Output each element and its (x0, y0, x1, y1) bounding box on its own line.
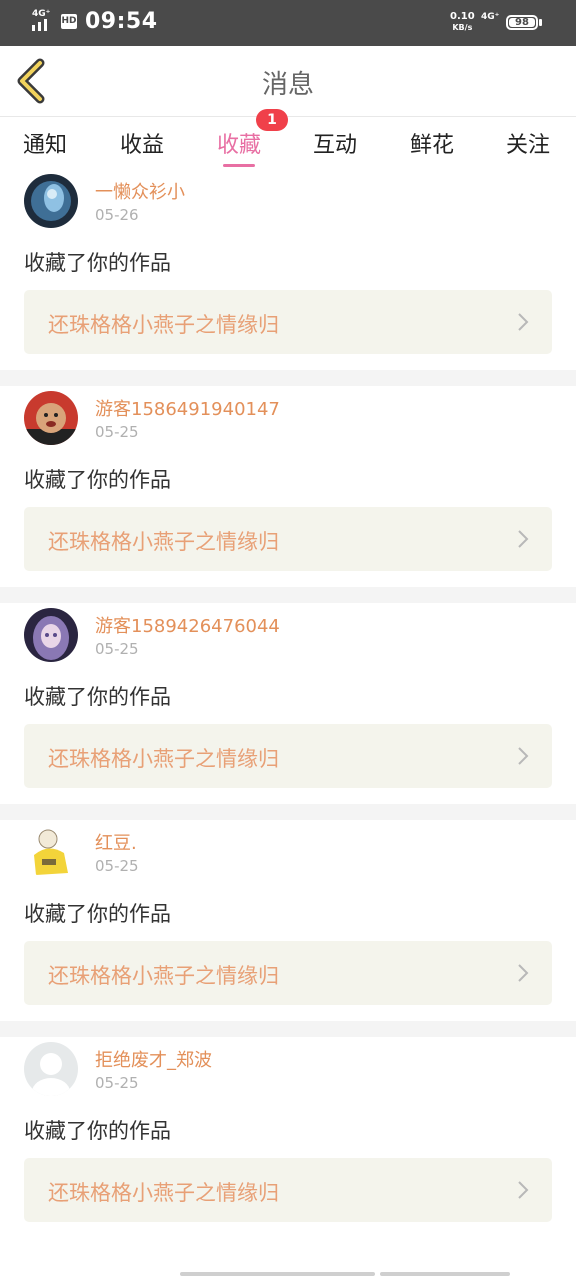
header: 消息 (0, 46, 576, 117)
divider (0, 370, 576, 386)
network2-icon: 4G⁺ (481, 12, 500, 22)
network-speed: 0.10 KB/s (450, 11, 475, 33)
list-item: 拒绝废才_郑波 05-25 收藏了你的作品 还珠格格小燕子之情缘归 (0, 1037, 576, 1238)
tab-follows[interactable]: 关注 (506, 127, 550, 159)
username[interactable]: 一懒众衫小 (95, 178, 185, 204)
tab-interactions[interactable]: 互动 (313, 127, 357, 159)
action-text: 收藏了你的作品 (24, 685, 171, 709)
chevron-right-icon (518, 530, 529, 548)
username[interactable]: 红豆. (95, 829, 137, 855)
divider (0, 804, 576, 820)
avatar-image (24, 608, 78, 662)
battery-icon: 98 (506, 15, 538, 30)
action-text: 收藏了你的作品 (24, 1119, 171, 1143)
work-title: 还珠格格小燕子之情缘归 (48, 1181, 279, 1205)
work-title: 还珠格格小燕子之情缘归 (48, 530, 279, 554)
avatar[interactable] (24, 174, 78, 228)
speed-value: 0.10 (450, 11, 475, 22)
active-tab-indicator (223, 164, 256, 167)
battery-tip (539, 19, 542, 26)
gesture-bar-segment (380, 1272, 510, 1276)
work-link[interactable]: 还珠格格小燕子之情缘归 (24, 941, 552, 1005)
battery-level: 98 (509, 18, 535, 28)
avatar-image (24, 825, 78, 879)
tab-earnings[interactable]: 收益 (120, 127, 164, 159)
chevron-right-icon (518, 964, 529, 982)
gesture-bar[interactable] (180, 1272, 510, 1276)
divider (0, 587, 576, 603)
avatar[interactable] (24, 608, 78, 662)
chevron-right-icon (518, 1181, 529, 1199)
list-item: 红豆. 05-25 收藏了你的作品 还珠格格小燕子之情缘归 (0, 820, 576, 1021)
chevron-right-icon (518, 313, 529, 331)
list-item: 游客1586491940147 05-25 收藏了你的作品 还珠格格小燕子之情缘… (0, 386, 576, 587)
message-date: 05-25 (95, 1074, 139, 1092)
speed-unit: KB/s (452, 23, 473, 32)
avatar[interactable] (24, 1042, 78, 1096)
message-date: 05-26 (95, 206, 139, 224)
chevron-right-icon (518, 747, 529, 765)
tab-bar: 通知 收益 收藏 互动 鲜花 关注 (0, 117, 576, 169)
work-link[interactable]: 还珠格格小燕子之情缘归 (24, 724, 552, 788)
avatar[interactable] (24, 825, 78, 879)
message-list: 一懒众衫小 05-26 收藏了你的作品 还珠格格小燕子之情缘归 游客158649… (0, 169, 576, 1238)
tab-favorites[interactable]: 收藏 (217, 127, 262, 167)
username[interactable]: 游客1589426476044 (95, 612, 280, 638)
tab-notifications[interactable]: 通知 (23, 127, 67, 159)
work-title: 还珠格格小燕子之情缘归 (48, 747, 279, 771)
list-item: 游客1589426476044 05-25 收藏了你的作品 还珠格格小燕子之情缘… (0, 603, 576, 804)
gesture-bar-segment (180, 1272, 375, 1276)
tab-favorites-label: 收藏 (217, 133, 262, 158)
work-link[interactable]: 还珠格格小燕子之情缘归 (24, 507, 552, 571)
action-text: 收藏了你的作品 (24, 468, 171, 492)
favorites-badge: 1 (256, 109, 288, 131)
work-title: 还珠格格小燕子之情缘归 (48, 964, 279, 988)
clock: 09:54 (85, 9, 158, 34)
message-date: 05-25 (95, 857, 139, 875)
avatar-image (24, 391, 78, 445)
avatar-image (24, 1042, 78, 1096)
username[interactable]: 拒绝废才_郑波 (95, 1046, 212, 1072)
work-title: 还珠格格小燕子之情缘归 (48, 313, 279, 337)
message-date: 05-25 (95, 423, 139, 441)
status-bar: 4G⁺ HD 09:54 0.10 KB/s 4G⁺ 98 (0, 0, 576, 46)
tab-flowers[interactable]: 鲜花 (410, 127, 454, 159)
divider (0, 1021, 576, 1037)
list-item: 一懒众衫小 05-26 收藏了你的作品 还珠格格小燕子之情缘归 (0, 169, 576, 370)
avatar-image (24, 174, 78, 228)
work-link[interactable]: 还珠格格小燕子之情缘归 (24, 290, 552, 354)
hd-icon: HD (61, 14, 77, 29)
page-title: 消息 (261, 70, 314, 100)
message-date: 05-25 (95, 640, 139, 658)
work-link[interactable]: 还珠格格小燕子之情缘归 (24, 1158, 552, 1222)
avatar[interactable] (24, 391, 78, 445)
signal-icon (32, 19, 47, 31)
action-text: 收藏了你的作品 (24, 251, 171, 275)
username[interactable]: 游客1586491940147 (95, 395, 280, 421)
action-text: 收藏了你的作品 (24, 902, 171, 926)
